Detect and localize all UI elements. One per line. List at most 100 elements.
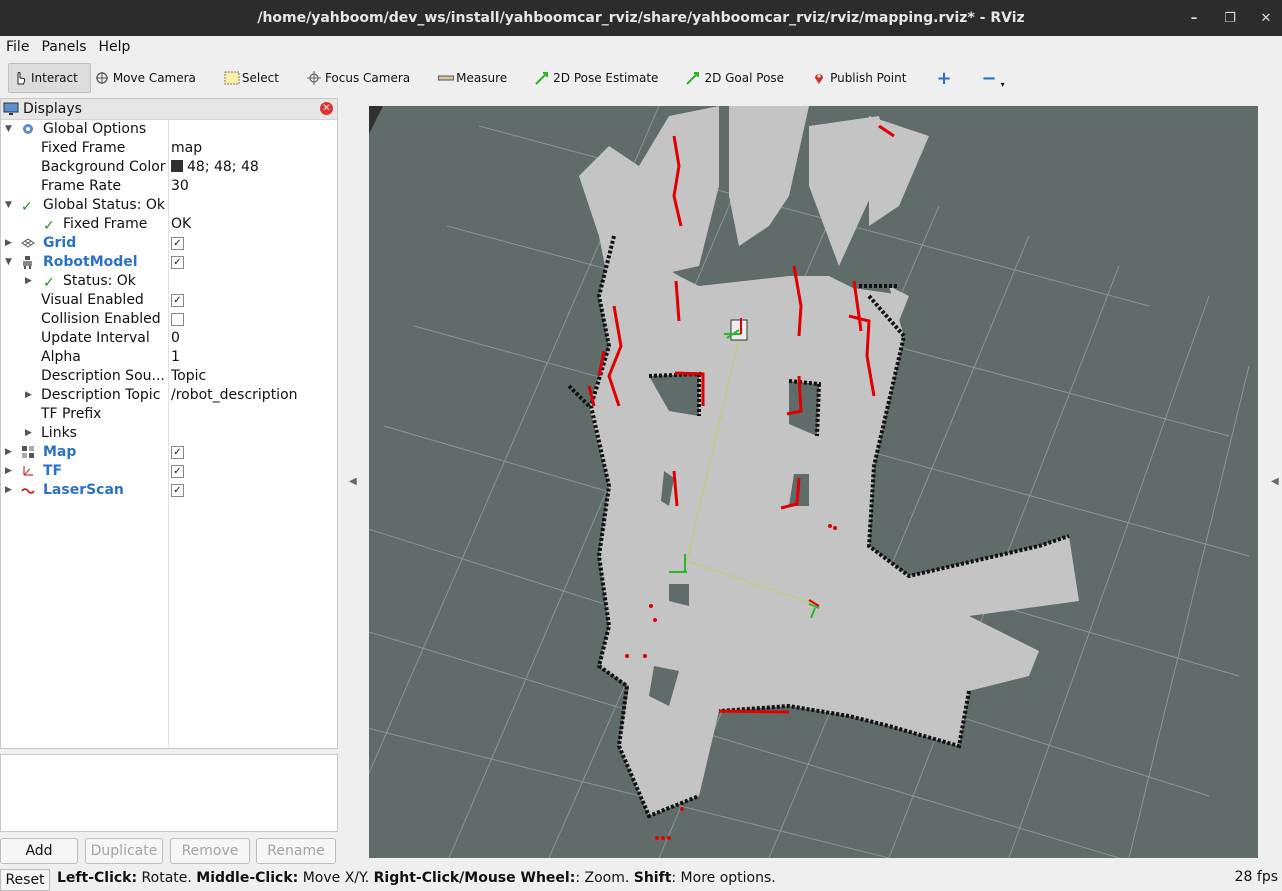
collapse-arrow-icon[interactable]: ▶ (5, 462, 15, 481)
close-panel-icon[interactable]: ✕ (320, 102, 333, 115)
tree-row-background-color[interactable]: Background Color 48; 48; 48 (1, 158, 337, 177)
right-dock-handle[interactable]: ◀ (1268, 98, 1282, 858)
laser-scan-checkbox[interactable]: ✓ (171, 484, 184, 497)
collapse-arrow-icon[interactable]: ▶ (5, 443, 15, 462)
collapse-arrow-icon[interactable]: ▶ (5, 481, 15, 500)
robot-model-label: RobotModel (43, 254, 138, 270)
tree-row-tf[interactable]: ▶ TF ✓ (1, 462, 337, 481)
robot-status-label: Status: Ok (63, 273, 136, 289)
plus-icon: + (936, 67, 952, 89)
panel-button-row: Add Duplicate Remove Rename (0, 838, 338, 864)
description-topic-value[interactable]: /robot_description (171, 386, 298, 405)
background-color-value[interactable]: 48; 48; 48 (171, 158, 259, 177)
add-tool-button[interactable]: + (932, 64, 963, 92)
tree-row-fixed-frame[interactable]: Fixed Frame map (1, 139, 337, 158)
restore-button[interactable]: ❐ (1222, 11, 1238, 26)
remove-button[interactable]: Remove (170, 838, 250, 864)
frame-rate-value[interactable]: 30 (171, 177, 189, 196)
menu-bar: File Panels Help (0, 36, 1282, 58)
grid-label: Grid (43, 235, 77, 251)
collapse-arrow-icon[interactable]: ▶ (25, 272, 35, 291)
tree-row-links[interactable]: ▶ Links (1, 424, 337, 443)
global-status-label: Global Status: Ok (43, 197, 166, 213)
remove-tool-button[interactable]: − ▾ (978, 64, 1017, 92)
move-camera-tool-button[interactable]: Move Camera (91, 64, 208, 92)
duplicate-button[interactable]: Duplicate (85, 838, 163, 864)
menu-file[interactable]: File (0, 39, 35, 55)
links-label: Links (41, 425, 77, 441)
grid-checkbox[interactable]: ✓ (171, 237, 184, 250)
tf-checkbox[interactable]: ✓ (171, 465, 184, 478)
focus-camera-label: Focus Camera (324, 71, 411, 85)
tree-row-tf-prefix[interactable]: TF Prefix (1, 405, 337, 424)
fixed-frame-value[interactable]: map (171, 139, 202, 158)
focus-camera-tool-button[interactable]: Focus Camera (303, 64, 422, 92)
tree-row-description-source[interactable]: Description Sou... Topic (1, 367, 337, 386)
mouse-hint: Left-Click: Rotate. Middle-Click: Move X… (57, 870, 776, 886)
collapse-arrow-icon[interactable]: ▶ (25, 386, 35, 405)
expand-arrow-icon[interactable]: ▼ (5, 253, 15, 272)
displays-title: Displays (23, 101, 82, 117)
minimize-button[interactable]: – (1186, 11, 1202, 26)
reset-button[interactable]: Reset (0, 869, 50, 891)
close-window-button[interactable]: ✕ (1258, 11, 1274, 26)
map-checkbox[interactable]: ✓ (171, 446, 184, 459)
tree-row-grid[interactable]: ▶ Grid ✓ (1, 234, 337, 253)
tree-row-description-topic[interactable]: ▶ Description Topic /robot_description (1, 386, 337, 405)
monitor-icon (3, 102, 19, 116)
displays-tree: ▼ Global Options Fixed Frame map Backgro… (1, 120, 337, 500)
move-camera-icon (95, 71, 109, 85)
tree-row-robot-model[interactable]: ▼ RobotModel ✓ (1, 253, 337, 272)
move-camera-label: Move Camera (112, 71, 196, 85)
render-viewport[interactable] (369, 106, 1258, 858)
map-render[interactable] (369, 106, 1258, 858)
hint-shift-key: Shift (633, 870, 672, 886)
tree-row-global-options[interactable]: ▼ Global Options (1, 120, 337, 139)
tree-row-laser-scan[interactable]: ▶ LaserScan ✓ (1, 481, 337, 500)
alpha-value[interactable]: 1 (171, 348, 180, 367)
rename-button[interactable]: Rename (256, 838, 336, 864)
hint-right-key: Right-Click/Mouse Wheel: (373, 870, 576, 886)
publish-point-label: Publish Point (830, 71, 907, 85)
background-color-label: Background Color (41, 159, 166, 175)
collapse-right-icon[interactable]: ◀ (1271, 476, 1279, 487)
tree-row-map[interactable]: ▶ Map ✓ (1, 443, 337, 462)
tree-row-alpha[interactable]: Alpha 1 (1, 348, 337, 367)
ruler-icon (438, 71, 455, 85)
fixed-frame-label: Fixed Frame (41, 140, 126, 156)
tree-row-collision-enabled[interactable]: Collision Enabled (1, 310, 337, 329)
update-interval-value[interactable]: 0 (171, 329, 180, 348)
tree-row-update-interval[interactable]: Update Interval 0 (1, 329, 337, 348)
property-description-box (0, 754, 338, 832)
menu-panels[interactable]: Panels (35, 39, 92, 55)
select-tool-button[interactable]: Select (220, 64, 291, 92)
tree-row-global-status[interactable]: ▼ ✓ Global Status: Ok (1, 196, 337, 215)
publish-point-tool-button[interactable]: Publish Point (808, 64, 918, 92)
menu-help[interactable]: Help (93, 39, 137, 55)
tree-row-frame-rate[interactable]: Frame Rate 30 (1, 177, 337, 196)
interact-tool-button[interactable]: Interact (8, 63, 91, 93)
expand-arrow-icon[interactable]: ▼ (5, 196, 15, 215)
tree-row-status-fixed-frame[interactable]: ✓ Fixed Frame OK (1, 215, 337, 234)
collision-enabled-checkbox[interactable] (171, 313, 184, 326)
tool-bar: Interact Move Camera Select Focus Camera… (0, 60, 1282, 96)
tree-row-robot-status[interactable]: ▶ ✓ Status: Ok (1, 272, 337, 291)
focus-crosshair-icon (306, 71, 321, 85)
pose-estimate-tool-button[interactable]: 2D Pose Estimate (531, 64, 670, 92)
description-source-value[interactable]: Topic (171, 367, 206, 386)
goal-pose-tool-button[interactable]: 2D Goal Pose (682, 64, 796, 92)
fps-counter: 28 fps (1234, 869, 1278, 885)
check-icon: ✓ (43, 275, 55, 291)
collapse-arrow-icon[interactable]: ▶ (25, 424, 35, 443)
tree-row-visual-enabled[interactable]: Visual Enabled ✓ (1, 291, 337, 310)
robot-model-checkbox[interactable]: ✓ (171, 256, 184, 269)
measure-tool-button[interactable]: Measure (434, 64, 519, 92)
collapse-left-icon[interactable]: ◀ (349, 476, 357, 487)
add-button[interactable]: Add (0, 838, 78, 864)
visual-enabled-checkbox[interactable]: ✓ (171, 294, 184, 307)
status-bar: Reset Left-Click: Rotate. Middle-Click: … (0, 866, 1282, 891)
description-topic-label: Description Topic (41, 387, 161, 403)
expand-arrow-icon[interactable]: ▼ (5, 120, 15, 139)
collapse-arrow-icon[interactable]: ▶ (5, 234, 15, 253)
dropdown-caret-icon: ▾ (1000, 79, 1005, 89)
